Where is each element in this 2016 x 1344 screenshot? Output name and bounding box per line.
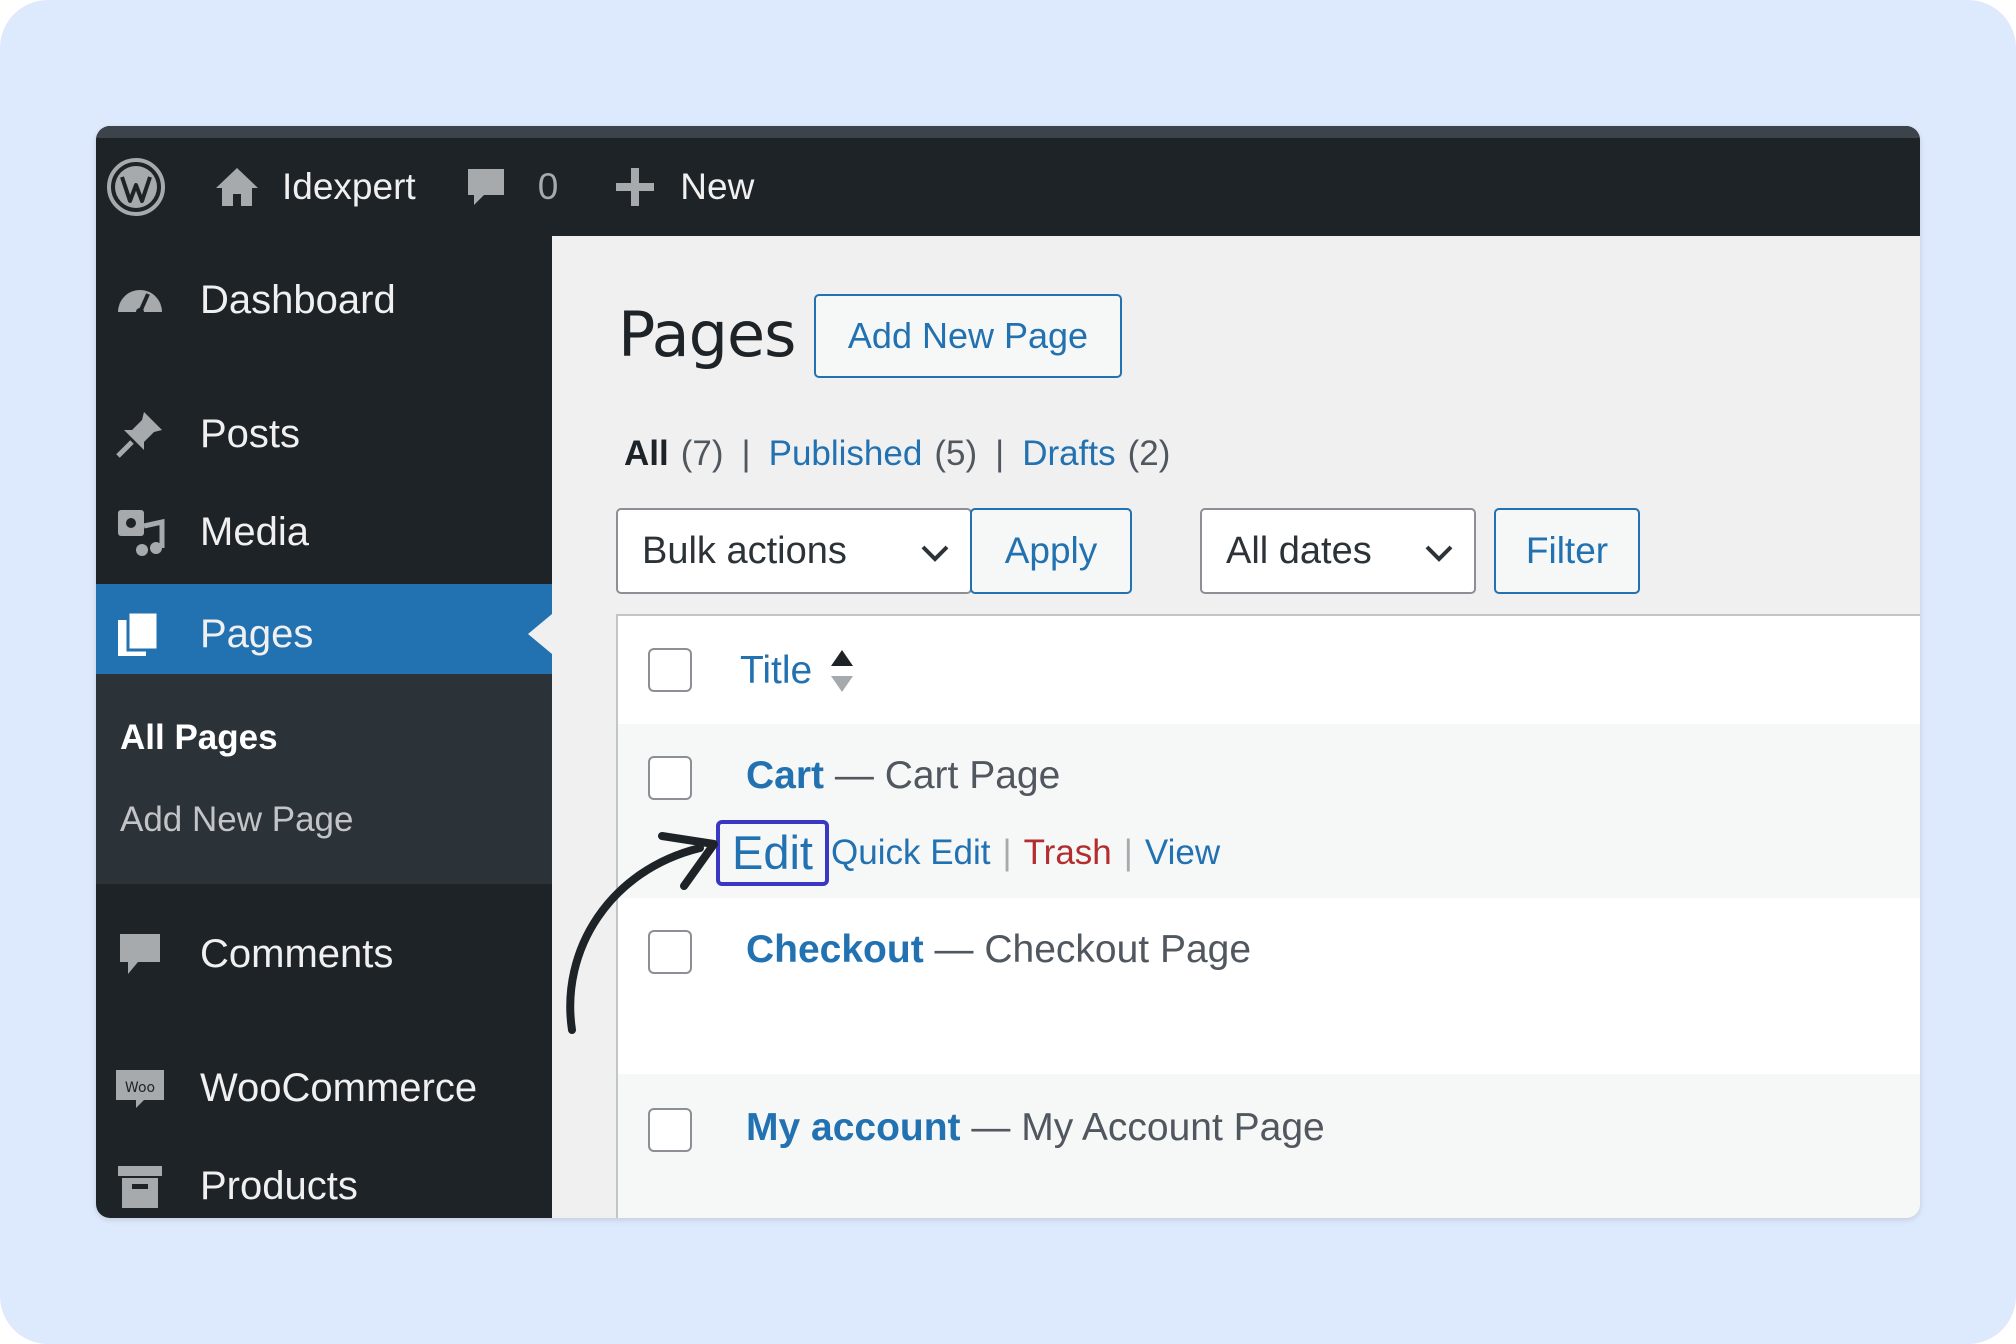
title-column-header[interactable]: Title — [740, 646, 856, 696]
quick-edit-link[interactable]: Quick Edit — [831, 833, 991, 873]
view-link[interactable]: View — [1145, 833, 1220, 873]
admin-sidebar: Dashboard Posts Media Pages All Pages Ad… — [96, 236, 552, 1218]
row-action-separator: | — [1002, 833, 1012, 872]
row-title-link[interactable]: Cart — [746, 754, 824, 797]
wordpress-logo-button[interactable] — [96, 138, 168, 236]
view-published[interactable]: Published (5) — [769, 434, 978, 474]
main-content: Pages Add New Page All (7) | Published (5)… — [552, 236, 1920, 1218]
archive-icon — [112, 1158, 168, 1214]
apply-button[interactable]: Apply — [970, 508, 1132, 594]
submenu-add-new-page[interactable]: Add New Page — [120, 800, 353, 840]
row-post-state: — My Account Page — [960, 1106, 1325, 1149]
sidebar-item-label: Products — [200, 1163, 358, 1208]
comment-icon — [112, 926, 168, 982]
dates-filter-value: All dates — [1226, 529, 1372, 572]
edit-link[interactable]: Edit — [716, 820, 829, 886]
bulk-actions-value: Bulk actions — [642, 529, 847, 572]
sidebar-item-label: Media — [200, 509, 309, 554]
pages-table: Title Cart — Cart Page Edit Quick Edit |… — [616, 614, 1920, 1218]
view-count: (2) — [1127, 434, 1171, 473]
home-icon — [216, 168, 258, 206]
select-all-checkbox[interactable] — [648, 648, 692, 692]
view-separator: | — [741, 434, 751, 473]
row-title-link[interactable]: Checkout — [746, 928, 924, 971]
view-label: Published — [768, 434, 923, 473]
woo-icon: Woo — [112, 1060, 168, 1116]
view-label: Drafts — [1022, 434, 1116, 473]
dates-filter-select[interactable]: All dates — [1200, 508, 1476, 594]
table-row: Cart — Cart Page Edit Quick Edit | Trash… — [618, 724, 1920, 898]
submenu-all-pages[interactable]: All Pages — [120, 718, 278, 758]
row-title: My account — My Account Page — [746, 1106, 1325, 1150]
sidebar-item-posts[interactable]: Posts — [96, 384, 552, 484]
row-action-separator: | — [1123, 833, 1133, 872]
plus-icon — [616, 168, 655, 206]
svg-text:Woo: Woo — [125, 1080, 155, 1096]
column-title-label: Title — [740, 649, 813, 692]
filter-button[interactable]: Filter — [1494, 508, 1640, 594]
pin-icon — [112, 406, 168, 462]
view-count: (7) — [680, 434, 724, 473]
sidebar-item-comments[interactable]: Comments — [96, 904, 552, 1004]
media-icon — [112, 504, 168, 560]
new-content-link[interactable]: New — [614, 138, 754, 236]
site-name: Idexpert — [282, 166, 416, 207]
view-drafts[interactable]: Drafts (2) — [1022, 434, 1170, 474]
admin-bar: Idexpert 0 New — [96, 126, 1920, 236]
sidebar-item-media[interactable]: Media — [96, 482, 552, 582]
new-label: New — [680, 166, 755, 207]
sort-icon — [831, 650, 854, 692]
view-separator: | — [995, 434, 1005, 473]
sidebar-item-woocommerce[interactable]: Woo WooCommerce — [96, 1038, 552, 1138]
sidebar-item-pages[interactable]: Pages — [96, 584, 552, 684]
sidebar-item-label: Pages — [200, 611, 314, 656]
pages-submenu: All Pages Add New Page — [96, 674, 552, 884]
page-title: Pages — [618, 298, 796, 371]
row-title: Checkout — Checkout Page — [746, 928, 1251, 972]
chevron-down-icon — [921, 545, 949, 562]
view-count: (5) — [934, 434, 978, 473]
row-checkbox[interactable] — [648, 1108, 692, 1152]
sidebar-item-label: Comments — [200, 931, 394, 976]
sidebar-item-dashboard[interactable]: Dashboard — [96, 250, 552, 350]
annotation-arrow-icon — [566, 832, 718, 1034]
table-header: Title — [618, 616, 1920, 726]
view-filters: All (7) | Published (5) | Drafts (2) — [624, 434, 1170, 474]
table-row: My account — My Account Page — [618, 1074, 1920, 1218]
pages-icon — [112, 606, 168, 662]
sidebar-item-label: WooCommerce — [200, 1065, 478, 1110]
row-post-state: — Checkout Page — [923, 928, 1252, 971]
row-title-link[interactable]: My account — [746, 1106, 961, 1149]
sidebar-item-label: Posts — [200, 411, 301, 456]
table-row: Checkout — Checkout Page — [618, 898, 1920, 1074]
sidebar-item-products[interactable]: Products — [96, 1136, 552, 1218]
row-checkbox[interactable] — [648, 756, 692, 800]
comment-bubble-icon — [467, 169, 504, 205]
trash-link[interactable]: Trash — [1024, 833, 1112, 873]
comments-count: 0 — [537, 166, 559, 207]
wordpress-admin-window: Idexpert 0 New Dashboard Posts Media Pag… — [96, 126, 1920, 1218]
add-new-page-button[interactable]: Add New Page — [814, 294, 1122, 378]
view-label: All — [624, 434, 669, 473]
dashboard-icon — [112, 272, 168, 328]
site-name-link[interactable]: Idexpert — [214, 138, 416, 236]
row-actions: Edit Quick Edit | Trash | View — [716, 820, 1220, 886]
row-title: Cart — Cart Page — [746, 754, 1060, 798]
view-all[interactable]: All (7) — [624, 434, 724, 474]
sidebar-item-label: Dashboard — [200, 277, 396, 322]
wordpress-icon — [107, 158, 165, 216]
bulk-actions-select[interactable]: Bulk actions — [616, 508, 972, 594]
comments-link[interactable]: 0 — [464, 138, 559, 236]
row-post-state: — Cart Page — [824, 754, 1061, 797]
chevron-down-icon — [1425, 545, 1453, 562]
